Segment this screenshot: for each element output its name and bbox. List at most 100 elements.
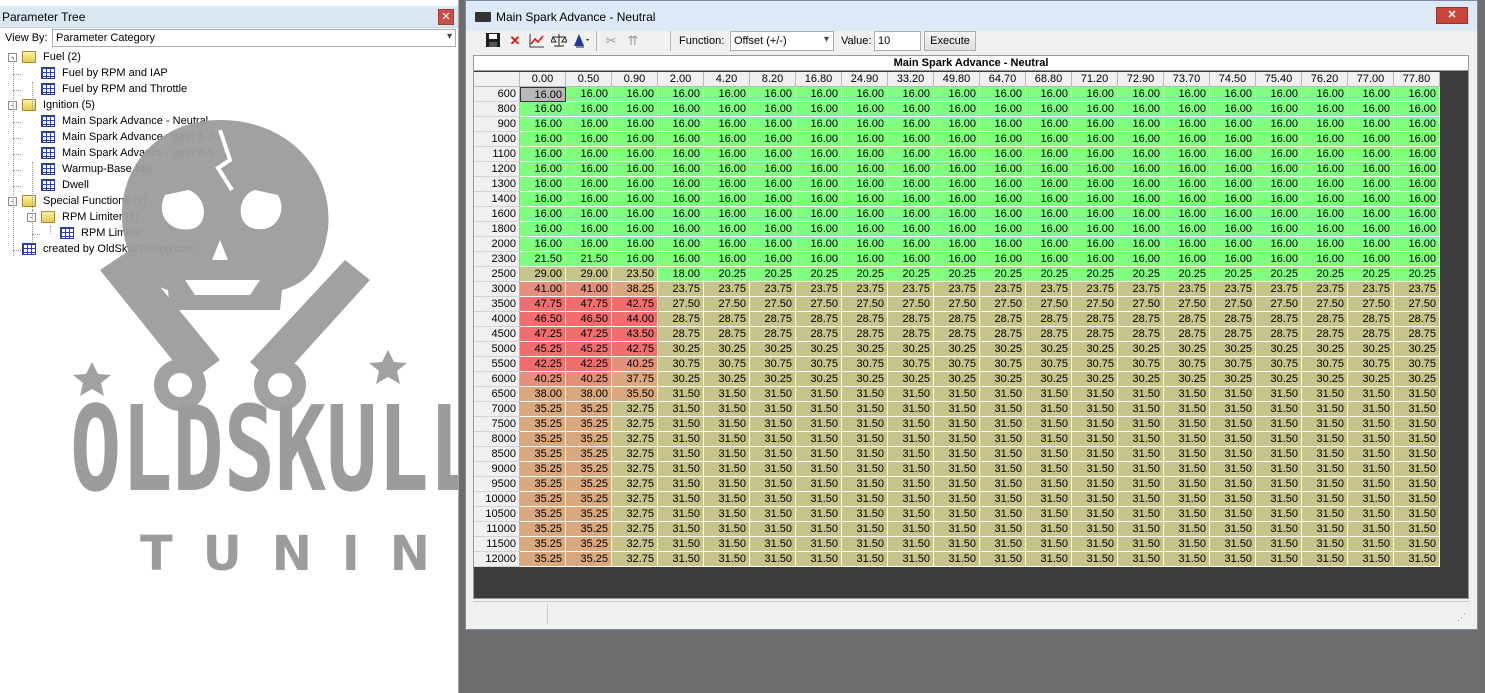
table-cell[interactable]: 31.50: [796, 537, 842, 552]
table-cell[interactable]: 16.00: [1302, 132, 1348, 147]
column-header[interactable]: 0.90: [612, 72, 658, 87]
table-cell[interactable]: 31.50: [1256, 447, 1302, 462]
table-cell[interactable]: 35.25: [520, 492, 566, 507]
table-cell[interactable]: 16.00: [1394, 102, 1440, 117]
table-cell[interactable]: 31.50: [1118, 477, 1164, 492]
table-cell[interactable]: 16.00: [1210, 117, 1256, 132]
table-cell[interactable]: 31.50: [1026, 537, 1072, 552]
table-cell[interactable]: 31.50: [1256, 507, 1302, 522]
table-cell[interactable]: 16.00: [520, 192, 566, 207]
table-cell[interactable]: 16.00: [750, 177, 796, 192]
table-cell[interactable]: 16.00: [1118, 162, 1164, 177]
table-cell[interactable]: 31.50: [934, 402, 980, 417]
table-cell[interactable]: 23.75: [1302, 282, 1348, 297]
table-cell[interactable]: 31.50: [1348, 447, 1394, 462]
table-cell[interactable]: 31.50: [1302, 522, 1348, 537]
table-cell[interactable]: 30.75: [704, 357, 750, 372]
table-cell[interactable]: 16.00: [934, 207, 980, 222]
table-cell[interactable]: 16.00: [842, 207, 888, 222]
table-cell[interactable]: 16.00: [888, 102, 934, 117]
table-cell[interactable]: 31.50: [1164, 477, 1210, 492]
table-cell[interactable]: 31.50: [1164, 522, 1210, 537]
execute-button[interactable]: Execute: [924, 31, 976, 51]
table-cell[interactable]: 28.75: [842, 312, 888, 327]
table-cell[interactable]: 31.50: [888, 552, 934, 567]
table-cell[interactable]: 16.00: [1348, 132, 1394, 147]
row-header[interactable]: 1300: [474, 177, 520, 192]
table-cell[interactable]: 16.00: [1164, 132, 1210, 147]
table-cell[interactable]: 16.00: [704, 207, 750, 222]
table-cell[interactable]: 27.50: [704, 297, 750, 312]
table-cell[interactable]: 16.00: [842, 87, 888, 102]
table-cell[interactable]: 31.50: [750, 402, 796, 417]
table-cell[interactable]: 16.00: [658, 147, 704, 162]
table-cell[interactable]: 16.00: [1348, 87, 1394, 102]
table-cell[interactable]: 28.75: [1118, 312, 1164, 327]
table-cell[interactable]: 30.25: [1164, 342, 1210, 357]
table-cell[interactable]: 32.75: [612, 447, 658, 462]
table-cell[interactable]: 31.50: [1348, 402, 1394, 417]
table-cell[interactable]: 31.50: [658, 462, 704, 477]
table-cell[interactable]: 23.75: [980, 282, 1026, 297]
table-cell[interactable]: 16.00: [796, 162, 842, 177]
save-icon[interactable]: [484, 32, 502, 50]
table-cell[interactable]: 16.00: [1026, 222, 1072, 237]
table-cell[interactable]: 30.25: [1026, 372, 1072, 387]
table-cell[interactable]: 23.75: [750, 282, 796, 297]
table-cell[interactable]: 47.25: [566, 327, 612, 342]
table-cell[interactable]: 20.25: [1210, 267, 1256, 282]
table-cell[interactable]: 16.00: [1348, 162, 1394, 177]
column-header[interactable]: 33.20: [888, 72, 934, 87]
table-cell[interactable]: 16.00: [566, 87, 612, 102]
table-cell[interactable]: 20.25: [1026, 267, 1072, 282]
table-cell[interactable]: 23.75: [796, 282, 842, 297]
table-cell[interactable]: 20.25: [750, 267, 796, 282]
table-cell[interactable]: 31.50: [704, 507, 750, 522]
table-cell[interactable]: 16.00: [796, 117, 842, 132]
table-cell[interactable]: 31.50: [1164, 447, 1210, 462]
table-cell[interactable]: 31.50: [796, 507, 842, 522]
table-cell[interactable]: 30.75: [1394, 357, 1440, 372]
table-cell[interactable]: 30.25: [1210, 342, 1256, 357]
table-cell[interactable]: 31.50: [1256, 492, 1302, 507]
table-cell[interactable]: 37.75: [612, 372, 658, 387]
table-cell[interactable]: 16.00: [1164, 147, 1210, 162]
table-cell[interactable]: 28.75: [934, 327, 980, 342]
table-cell[interactable]: 35.25: [520, 447, 566, 462]
table-cell[interactable]: 31.50: [1164, 537, 1210, 552]
table-cell[interactable]: 31.50: [980, 402, 1026, 417]
table-cell[interactable]: 31.50: [1302, 447, 1348, 462]
table-cell[interactable]: 16.00: [612, 222, 658, 237]
column-header[interactable]: 75.40: [1256, 72, 1302, 87]
table-cell[interactable]: 40.25: [566, 372, 612, 387]
table-cell[interactable]: 23.75: [658, 282, 704, 297]
table-cell[interactable]: 31.50: [1394, 462, 1440, 477]
table-cell[interactable]: 31.50: [1394, 402, 1440, 417]
table-cell[interactable]: 16.00: [1302, 237, 1348, 252]
table-cell[interactable]: 31.50: [888, 492, 934, 507]
table-cell[interactable]: 16.00: [520, 207, 566, 222]
table-cell[interactable]: 31.50: [1118, 387, 1164, 402]
table-cell[interactable]: 35.25: [520, 432, 566, 447]
table-cell[interactable]: 16.00: [1348, 192, 1394, 207]
table-cell[interactable]: 16.00: [1072, 147, 1118, 162]
table-cell[interactable]: 28.75: [1210, 327, 1256, 342]
table-cell[interactable]: 31.50: [888, 402, 934, 417]
table-cell[interactable]: 16.00: [1394, 132, 1440, 147]
table-cell[interactable]: 28.75: [1302, 312, 1348, 327]
table-cell[interactable]: 16.00: [888, 207, 934, 222]
table-cell[interactable]: 32.75: [612, 462, 658, 477]
table-cell[interactable]: 35.25: [520, 552, 566, 567]
close-icon[interactable]: ✕: [1436, 7, 1468, 24]
close-icon[interactable]: ✕: [438, 9, 454, 25]
table-cell[interactable]: 31.50: [704, 537, 750, 552]
table-cell[interactable]: 16.00: [1256, 87, 1302, 102]
table-cell[interactable]: 30.25: [1302, 342, 1348, 357]
table-cell[interactable]: 16.00: [566, 102, 612, 117]
table-cell[interactable]: 46.50: [566, 312, 612, 327]
table-cell[interactable]: 16.00: [796, 237, 842, 252]
table-cell[interactable]: 16.00: [888, 162, 934, 177]
table-cell[interactable]: 16.00: [1072, 102, 1118, 117]
table-cell[interactable]: 16.00: [520, 222, 566, 237]
table-cell[interactable]: 16.00: [612, 87, 658, 102]
